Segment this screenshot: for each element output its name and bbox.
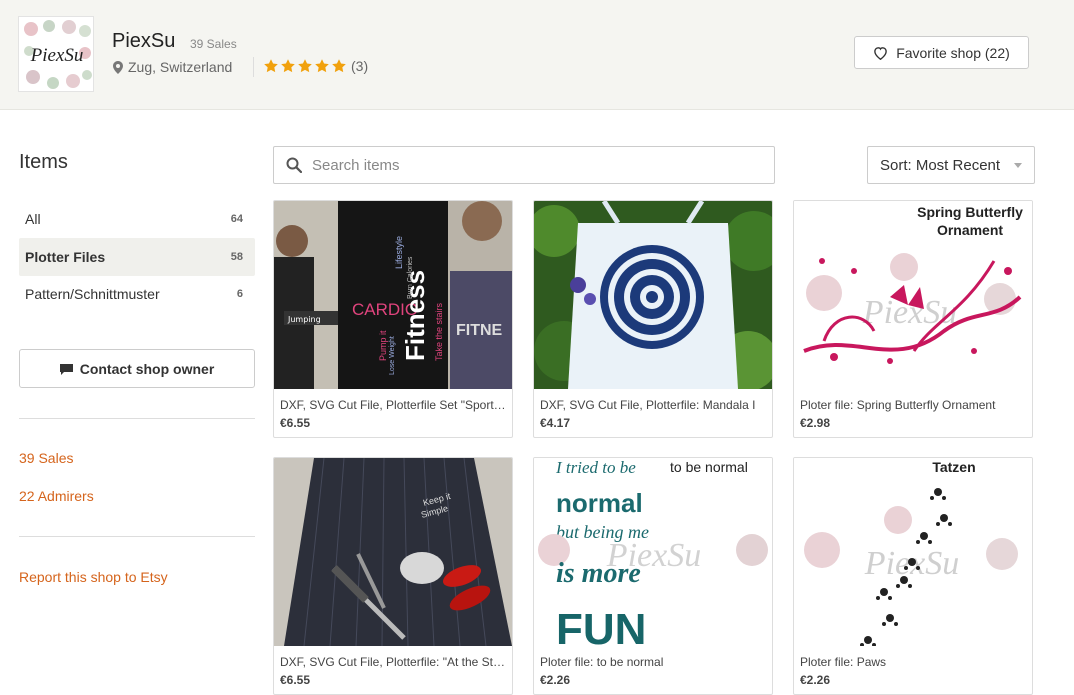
sidebar-item-count: 58 <box>230 251 243 263</box>
image-text: Take the stairs <box>434 302 444 361</box>
logo-text: PiexSu <box>30 45 84 66</box>
image-text: Burn Calories <box>407 256 414 299</box>
image-text: Pump it <box>378 330 388 361</box>
sort-dropdown[interactable]: Sort: Most Recent <box>867 146 1035 184</box>
favorite-shop-label: Favorite shop (22) <box>896 44 1010 61</box>
contact-shop-owner-button[interactable]: Contact shop owner <box>19 349 255 388</box>
product-price: €2.26 <box>800 673 831 687</box>
sidebar-item-plotter-files[interactable]: Plotter Files 58 <box>19 238 255 276</box>
image-text: to be normal <box>670 459 748 475</box>
items-heading: Items <box>19 151 68 173</box>
product-price: €2.98 <box>800 416 831 430</box>
product-title[interactable]: Ploter file: Paws <box>800 655 1028 669</box>
image-text: PiexSu <box>862 294 957 331</box>
product-image[interactable]: Tatzen PiexSu <box>794 458 1032 646</box>
star-icon <box>331 58 347 74</box>
product-card-mandala[interactable]: DXF, SVG Cut File, Plotterfile: Mandala … <box>533 200 773 438</box>
header-divider <box>253 57 254 77</box>
image-text: FUN <box>556 605 646 646</box>
product-title[interactable]: Ploter file: to be normal <box>540 655 768 669</box>
product-card-apron[interactable]: Keep it Simple DXF, SVG Cut File, Plotte… <box>273 457 513 695</box>
image-text: I tried to be <box>555 458 636 477</box>
star-icon <box>280 58 296 74</box>
image-text: Lifestyle <box>394 236 404 269</box>
image-text: is more <box>556 558 641 589</box>
chevron-down-icon <box>1014 162 1022 168</box>
search-box[interactable] <box>273 146 775 184</box>
sidebar-item-pattern[interactable]: Pattern/Schnittmuster 6 <box>19 275 255 313</box>
image-text: Ornament <box>937 222 1003 238</box>
location-text: Zug, Switzerland <box>128 59 233 75</box>
search-icon <box>286 157 303 174</box>
message-icon <box>59 363 73 375</box>
product-price: €6.55 <box>280 673 311 687</box>
product-price: €2.26 <box>540 673 571 687</box>
image-text: Jumping <box>287 315 321 324</box>
sales-link[interactable]: 39 Sales <box>19 450 73 466</box>
sidebar-item-label: All <box>25 211 41 227</box>
favorite-shop-button[interactable]: Favorite shop (22) <box>854 36 1029 69</box>
sales-count[interactable]: 39 Sales <box>190 37 237 51</box>
image-text: Spring Butterfly <box>917 204 1023 220</box>
image-text: FITNE <box>456 322 503 339</box>
product-title[interactable]: DXF, SVG Cut File, Plotterfile Set "Spor… <box>280 398 508 412</box>
sidebar-item-count: 6 <box>236 288 243 300</box>
admirers-link[interactable]: 22 Admirers <box>19 488 94 504</box>
image-text: Tatzen <box>932 459 975 475</box>
star-icon <box>314 58 330 74</box>
rating-count: (3) <box>351 58 369 74</box>
shop-location: Zug, Switzerland <box>113 59 232 75</box>
product-title[interactable]: DXF, SVG Cut File, Plotterfile: Mandala … <box>540 398 768 412</box>
product-title[interactable]: DXF, SVG Cut File, Plotterfile: "At the … <box>280 655 508 669</box>
sidebar-item-label: Plotter Files <box>25 249 106 265</box>
report-shop-link[interactable]: Report this shop to Etsy <box>19 569 168 585</box>
sidebar-divider <box>19 536 255 537</box>
sidebar-item-all[interactable]: All 64 <box>19 200 255 238</box>
product-image[interactable] <box>534 201 772 389</box>
image-text: normal <box>556 488 643 518</box>
product-price: €6.55 <box>280 416 311 430</box>
product-card-butterfly[interactable]: Spring Butterfly Ornament PiexSu Ploter … <box>793 200 1033 438</box>
location-pin-icon <box>113 60 123 74</box>
shop-header: PiexSu PiexSu 39 Sales Zug, Switzerland … <box>0 0 1074 110</box>
sidebar-divider <box>19 418 255 419</box>
product-card-fitness[interactable]: Jumping CARDIO Fitness Lifestyle Take th… <box>273 200 513 438</box>
star-icon <box>297 58 313 74</box>
sidebar-item-count: 64 <box>230 213 243 225</box>
product-card-paws[interactable]: Tatzen PiexSu Ploter file: Paws €2.26 <box>793 457 1033 695</box>
product-price: €4.17 <box>540 416 571 430</box>
sidebar-item-label: Pattern/Schnittmuster <box>25 286 160 302</box>
product-card-to-be-normal[interactable]: I tried to be to be normal normal but be… <box>533 457 773 695</box>
product-image[interactable]: I tried to be to be normal normal but be… <box>534 458 772 646</box>
sort-label: Sort: Most Recent <box>880 156 1001 174</box>
search-input[interactable] <box>312 156 752 174</box>
image-text: Fitness <box>400 270 430 361</box>
product-title[interactable]: Ploter file: Spring Butterfly Ornament <box>800 398 1028 412</box>
image-text: Lose Weight <box>389 336 396 375</box>
contact-shop-owner-label: Contact shop owner <box>79 360 215 377</box>
product-image[interactable]: Spring Butterfly Ornament PiexSu <box>794 201 1032 389</box>
heart-icon <box>873 46 888 60</box>
star-icon <box>263 58 279 74</box>
product-image[interactable]: Keep it Simple <box>274 458 512 646</box>
shop-name[interactable]: PiexSu <box>112 30 175 53</box>
product-image[interactable]: Jumping CARDIO Fitness Lifestyle Take th… <box>274 201 512 389</box>
shop-rating[interactable]: (3) <box>263 58 368 74</box>
shop-logo[interactable]: PiexSu <box>18 16 94 92</box>
